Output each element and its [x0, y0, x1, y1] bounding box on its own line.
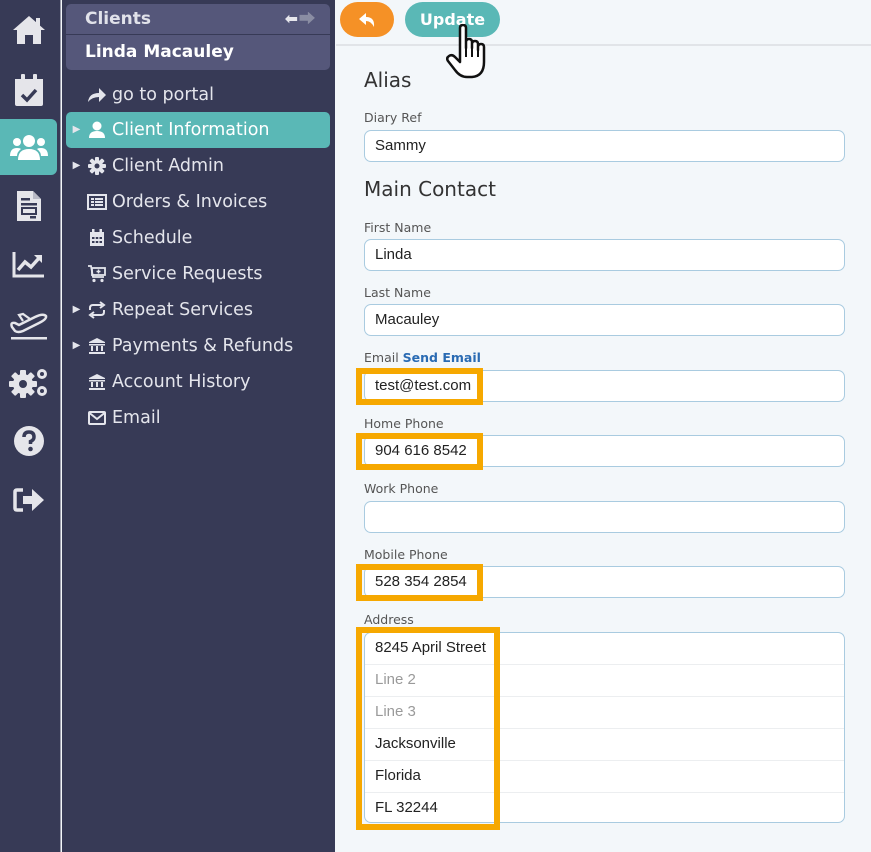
client-sidenav: Clients ⬅⮕ Linda Macauley go to portal ▶… — [62, 0, 335, 852]
breadcrumb: Clients ⬅⮕ — [66, 4, 330, 34]
first-name-input[interactable]: Linda — [364, 239, 845, 271]
nav-label: Client Admin — [112, 156, 224, 176]
nav-go-to-portal[interactable]: go to portal — [66, 77, 330, 113]
nav-schedule[interactable]: Schedule — [66, 220, 330, 256]
cogs-icon — [8, 369, 47, 398]
nav-client-information[interactable]: ▶ Client Information — [66, 112, 330, 148]
nav-label: Client Information — [112, 120, 270, 140]
nav-label: Orders & Invoices — [112, 192, 268, 212]
main-content: Update Alias Diary Ref Sammy Main Contac… — [336, 0, 871, 852]
share-icon — [88, 88, 106, 102]
bank-icon — [89, 374, 105, 390]
nav-service-requests[interactable]: Service Requests — [66, 256, 330, 292]
rail-help[interactable] — [0, 413, 57, 469]
calendar-icon — [90, 229, 104, 246]
nav-email[interactable]: Email — [66, 400, 330, 436]
nav-label: go to portal — [112, 85, 214, 105]
nav-label: Account History — [112, 372, 251, 392]
work-phone-input[interactable] — [364, 501, 845, 533]
caret-right-icon[interactable]: ▶ — [66, 328, 84, 364]
nav-label: Schedule — [112, 228, 193, 248]
main-contact-heading: Main Contact — [364, 177, 496, 201]
highlight-box — [356, 368, 483, 405]
rail-settings[interactable] — [0, 354, 57, 410]
breadcrumb-clients[interactable]: Clients — [85, 9, 151, 29]
repeat-icon — [88, 301, 106, 319]
mobile-phone-label: Mobile Phone — [364, 547, 448, 562]
last-name-label: Last Name — [364, 285, 431, 300]
back-button[interactable] — [340, 2, 394, 37]
cart-plus-icon — [88, 265, 106, 283]
home-phone-label: Home Phone — [364, 416, 444, 431]
rail-reports[interactable] — [0, 236, 57, 292]
nav-label: Payments & Refunds — [112, 336, 294, 356]
home-icon — [12, 16, 45, 44]
arrow-left-icon[interactable]: ⬅ — [285, 9, 299, 28]
caret-right-icon[interactable]: ▶ — [66, 292, 84, 328]
hand-pointer-cursor-icon — [446, 24, 486, 79]
rail-documents[interactable] — [0, 178, 57, 234]
icon-rail — [0, 0, 61, 852]
highlight-box — [356, 564, 483, 601]
nav-payments-refunds[interactable]: ▶ Payments & Refunds — [66, 328, 330, 364]
work-phone-label: Work Phone — [364, 481, 439, 496]
highlight-box — [356, 627, 500, 830]
diary-ref-input[interactable]: Sammy — [364, 130, 845, 162]
first-name-label: First Name — [364, 220, 432, 235]
nav-client-admin[interactable]: ▶ Client Admin — [66, 148, 330, 184]
email-label: Email Send Email — [364, 350, 481, 365]
help-icon — [13, 426, 44, 456]
send-email-link[interactable]: Send Email — [403, 350, 481, 365]
rail-clients[interactable] — [0, 119, 57, 175]
reply-icon — [359, 12, 375, 27]
highlight-box — [356, 433, 483, 470]
caret-right-icon[interactable]: ▶ — [66, 112, 84, 148]
rail-calendar[interactable] — [0, 62, 57, 118]
email-label-text: Email — [364, 350, 399, 365]
chart-line-icon — [12, 252, 44, 278]
plane-departure-icon — [9, 312, 47, 340]
nav-label: Service Requests — [112, 264, 263, 284]
users-icon — [9, 135, 48, 160]
toolbar: Update — [336, 0, 871, 46]
envelope-icon — [88, 411, 106, 425]
address-label: Address — [364, 612, 414, 627]
user-icon — [89, 121, 105, 138]
calendar-check-icon — [14, 74, 43, 106]
bank-icon — [89, 338, 105, 354]
rail-logout[interactable] — [0, 472, 57, 528]
nav-label: Email — [112, 408, 161, 428]
caret-right-icon[interactable]: ▶ — [66, 148, 84, 184]
rail-departures[interactable] — [0, 296, 57, 352]
last-name-input[interactable]: Macauley — [364, 304, 845, 336]
list-alt-icon — [87, 194, 107, 210]
nav-label: Repeat Services — [112, 300, 253, 320]
rail-home[interactable] — [0, 2, 57, 58]
diary-ref-label: Diary Ref — [364, 110, 422, 125]
alias-heading: Alias — [364, 68, 412, 92]
nav-orders-invoices[interactable]: Orders & Invoices — [66, 184, 330, 220]
arrow-right-icon[interactable]: ⮕ — [299, 9, 316, 28]
sign-out-icon — [12, 488, 44, 512]
nav-repeat-services[interactable]: ▶ Repeat Services — [66, 292, 330, 328]
gear-icon — [88, 157, 106, 175]
nav-account-history[interactable]: Account History — [66, 364, 330, 400]
client-name: Linda Macauley — [66, 35, 330, 70]
document-icon — [16, 191, 41, 221]
